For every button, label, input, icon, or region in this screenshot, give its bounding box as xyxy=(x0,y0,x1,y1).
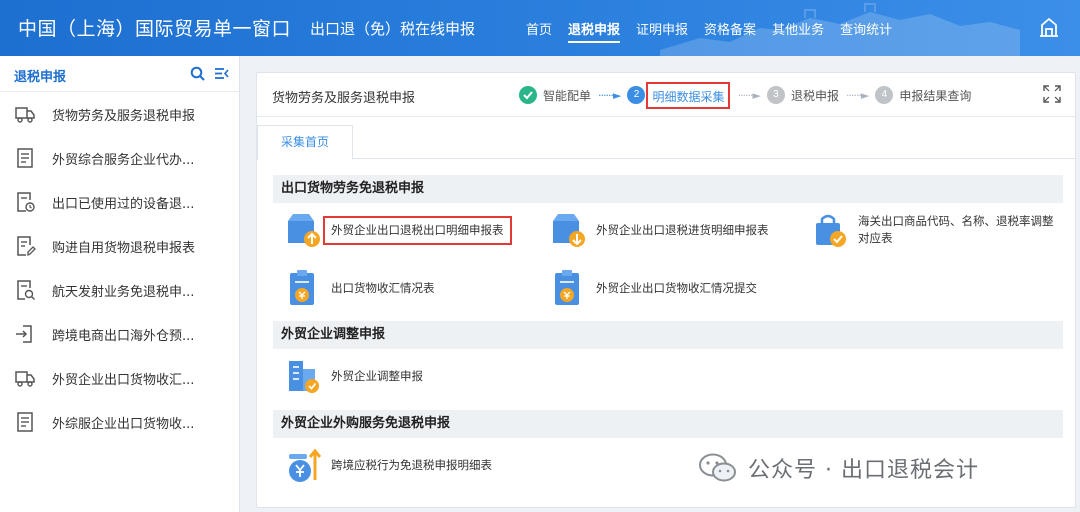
document-icon xyxy=(17,412,33,432)
sidebar-item-comprehensive-service-forex[interactable]: 外综服企业出口货物收... xyxy=(0,400,239,444)
step-arrow: ······► xyxy=(737,88,760,102)
entry-label: 出口货物收汇情况表 xyxy=(331,280,435,295)
sidebar-item-label: 出口已使用过的设备退... xyxy=(52,196,195,212)
entry-label: 跨境应税行为免退税申报明细表 xyxy=(331,457,492,472)
watermark: 公众号 · 出口退税会计 xyxy=(698,452,979,484)
check-icon xyxy=(519,86,537,104)
entry-export-detail[interactable]: 外贸企业出口退税出口明细申报表 xyxy=(287,211,512,249)
page-title: 货物劳务及服务退税申报 xyxy=(272,91,416,106)
nav-certificate[interactable]: 证明申报 xyxy=(628,0,696,56)
wechat-icon xyxy=(699,453,736,482)
watermark-text: 公众号 · 出口退税会计 xyxy=(748,458,979,483)
sidebar-item-label: 外综服企业出口货物收... xyxy=(52,416,195,432)
highlight-box: 明细数据采集 xyxy=(646,81,731,109)
top-nav: 首页 退税申报 证明申报 资格备案 其他业务 查询统计 xyxy=(518,0,900,56)
document-edit-icon xyxy=(17,236,36,257)
nav-statistics[interactable]: 查询统计 xyxy=(832,0,900,56)
sidebar: 退税申报 货物劳务及服务退税申报 外贸综合服务企业代办... 出口已使用过的设备… xyxy=(0,56,240,512)
step-indicator: 智能配单 ······► 2 明细数据采集 ······► 3 退税申报 ···… xyxy=(519,81,971,109)
sidebar-item-label: 跨境电商出口海外仓预... xyxy=(52,328,195,344)
portal-title: 中国（上海）国际贸易单一窗口 xyxy=(18,18,292,40)
sidebar-item-foreign-trade-service[interactable]: 外贸综合服务企业代办... xyxy=(0,136,239,180)
sidebar-item-self-use-goods[interactable]: 购进自用货物退税申报表 xyxy=(0,224,239,268)
entry-cross-border-taxable[interactable]: 跨境应税行为免退税申报明细表 xyxy=(287,446,492,484)
home-icon[interactable] xyxy=(1038,16,1060,38)
step-result-query[interactable]: 4 申报结果查询 xyxy=(875,86,971,104)
sidebar-item-label: 外贸企业出口货物收汇... xyxy=(52,372,195,388)
document-search-icon xyxy=(17,280,36,301)
step-arrow: ······► xyxy=(845,88,869,102)
section-purchased-services: 外贸企业外购服务免退税申报 xyxy=(273,410,1063,438)
step-label: 退税申报 xyxy=(790,88,839,103)
entry-label: 外贸企业出口退税进货明细申报表 xyxy=(596,222,769,237)
tab-bar: 采集首页 xyxy=(257,125,1075,160)
clipboard-yen-icon xyxy=(290,270,314,305)
truck-icon xyxy=(15,107,35,123)
entry-label: 外贸企业调整申报 xyxy=(331,368,423,383)
entry-label: 外贸企业出口货物收汇情况提交 xyxy=(596,280,757,295)
step-label: 申报结果查询 xyxy=(899,88,972,103)
nav-other[interactable]: 其他业务 xyxy=(764,0,832,56)
collapse-menu-icon[interactable] xyxy=(214,66,229,81)
nav-tax-refund[interactable]: 退税申报 xyxy=(560,0,628,56)
document-icon xyxy=(17,148,33,168)
box-upload-icon xyxy=(288,214,320,247)
shopping-bag-check-icon xyxy=(816,214,846,247)
entry-forex-receipt[interactable]: 出口货物收汇情况表 xyxy=(287,269,435,307)
step-number: 4 xyxy=(875,86,894,104)
fullscreen-icon[interactable] xyxy=(1043,85,1061,103)
sidebar-item-label: 航天发射业务免退税申... xyxy=(52,284,195,300)
truck-icon xyxy=(15,371,35,387)
sidebar-header: 退税申报 xyxy=(0,56,239,92)
sidebar-menu: 货物劳务及服务退税申报 外贸综合服务企业代办... 出口已使用过的设备退... … xyxy=(0,92,239,444)
section-adjustment: 外贸企业调整申报 xyxy=(273,321,1063,349)
step-refund-declare[interactable]: 3 退税申报 xyxy=(766,86,839,104)
sidebar-item-forex-receipt[interactable]: 外贸企业出口货物收汇... xyxy=(0,356,239,400)
sidebar-title: 退税申报 xyxy=(14,70,67,85)
clipboard-yen-icon xyxy=(555,270,579,305)
system-subtitle: 出口退（免）税在线申报 xyxy=(310,20,476,38)
sidebar-item-cross-border-warehouse[interactable]: 跨境电商出口海外仓预... xyxy=(0,312,239,356)
step-arrow: ······► xyxy=(598,88,621,102)
step-number: 2 xyxy=(627,86,646,104)
sidebar-item-label: 购进自用货物退税申报表 xyxy=(52,240,196,256)
step-smart-match[interactable]: 智能配单 xyxy=(519,86,591,104)
section-export-goods: 出口货物劳务免退税申报 xyxy=(273,175,1063,203)
progress-bar: 货物劳务及服务退税申报 智能配单 ······► 2 明细数据采集 ······… xyxy=(257,73,1075,117)
sidebar-item-label: 外贸综合服务企业代办... xyxy=(52,152,195,168)
sidebar-item-aerospace[interactable]: 航天发射业务免退税申... xyxy=(0,268,239,312)
nav-home[interactable]: 首页 xyxy=(518,0,560,56)
entry-label: 外贸企业出口退税出口明细申报表 xyxy=(323,215,512,245)
tab-collection-home[interactable]: 采集首页 xyxy=(257,125,353,160)
top-header: 中国（上海）国际贸易单一窗口 出口退（免）税在线申报 首页 退税申报 证明申报 … xyxy=(0,0,1080,56)
sidebar-item-used-equipment[interactable]: 出口已使用过的设备退... xyxy=(0,180,239,224)
step-detail-collection[interactable]: 2 明细数据采集 xyxy=(627,81,731,109)
entry-adjustment[interactable]: 外贸企业调整申报 xyxy=(287,357,423,395)
step-number: 3 xyxy=(766,86,785,104)
building-check-icon xyxy=(289,361,319,393)
main-panel: 货物劳务及服务退税申报 智能配单 ······► 2 明细数据采集 ······… xyxy=(256,72,1076,508)
entry-customs-code-table[interactable]: 海关出口商品代码、名称、退税率调整对应表 xyxy=(814,211,1054,249)
export-icon xyxy=(16,325,32,343)
step-label: 智能配单 xyxy=(543,88,592,103)
coin-yen-up-icon xyxy=(289,448,321,482)
box-download-icon xyxy=(553,214,585,247)
sidebar-item-label: 货物劳务及服务退税申报 xyxy=(52,108,196,124)
nav-qualification[interactable]: 资格备案 xyxy=(696,0,764,56)
entry-forex-submit[interactable]: 外贸企业出口货物收汇情况提交 xyxy=(552,269,757,307)
document-clock-icon xyxy=(17,192,35,212)
entry-purchase-detail[interactable]: 外贸企业出口退税进货明细申报表 xyxy=(552,211,769,249)
sidebar-item-goods-refund[interactable]: 货物劳务及服务退税申报 xyxy=(0,92,239,136)
entry-label: 海关出口商品代码、名称、退税率调整对应表 xyxy=(858,214,1054,245)
search-icon[interactable] xyxy=(190,66,205,81)
step-label: 明细数据采集 xyxy=(652,89,725,104)
